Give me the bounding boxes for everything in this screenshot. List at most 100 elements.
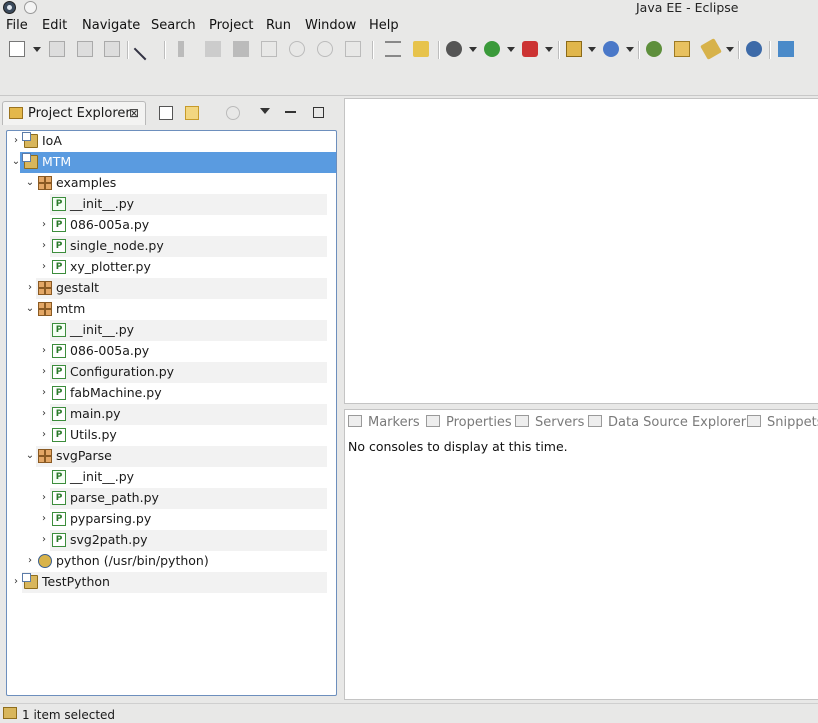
save-all-icon[interactable]	[77, 41, 93, 57]
collapsed-arrow-icon[interactable]: ›	[39, 220, 49, 230]
new-icon[interactable]	[9, 41, 25, 57]
menu-run[interactable]: Run	[266, 18, 291, 33]
new-project-icon[interactable]	[566, 41, 582, 57]
skip-breakpoints-icon[interactable]	[133, 37, 157, 61]
external-tools-icon[interactable]	[522, 41, 538, 57]
collapsed-arrow-icon[interactable]: ›	[39, 262, 49, 272]
tree-item-label: Utils.py	[70, 427, 117, 442]
collapsed-arrow-icon[interactable]: ›	[39, 430, 49, 440]
menu-window[interactable]: Window	[305, 18, 356, 33]
external-tools-dropdown-icon[interactable]	[545, 47, 553, 52]
resume-icon[interactable]	[178, 41, 194, 57]
tree-row[interactable]: › P 086-005a.py	[7, 215, 327, 236]
step-over-icon[interactable]	[317, 41, 333, 57]
suspend-icon[interactable]	[205, 41, 221, 57]
link-with-editor-icon[interactable]	[185, 106, 199, 120]
tree-row[interactable]: › P Configuration.py	[7, 362, 327, 383]
maximize-icon[interactable]	[313, 107, 324, 118]
search-tool-icon[interactable]	[700, 38, 722, 60]
debug-dropdown-icon[interactable]	[469, 47, 477, 52]
disconnect-icon[interactable]	[261, 41, 277, 57]
collapsed-arrow-icon[interactable]: ›	[39, 409, 49, 419]
terminate-icon[interactable]	[233, 41, 249, 57]
view-menu-icon[interactable]	[260, 108, 270, 114]
expanded-arrow-icon[interactable]: ⌄	[25, 178, 35, 188]
window-button-icon[interactable]	[24, 1, 37, 14]
filter-icon[interactable]	[226, 106, 240, 120]
collapsed-arrow-icon[interactable]: ›	[39, 535, 49, 545]
new-project-dropdown-icon[interactable]	[588, 47, 596, 52]
perspective-icon[interactable]	[778, 41, 794, 57]
tree-row[interactable]: › PfabMachine.py	[7, 383, 327, 404]
new-server-icon[interactable]	[603, 41, 619, 57]
collapsed-arrow-icon[interactable]: ›	[39, 346, 49, 356]
menu-navigate[interactable]: Navigate	[82, 18, 140, 33]
close-icon[interactable]: ⊠	[129, 106, 139, 120]
step-return-icon[interactable]	[345, 41, 361, 57]
tree-row[interactable]: › P 086-005a.py	[7, 341, 327, 362]
tab-properties[interactable]: Properties	[426, 415, 512, 430]
tree-row[interactable]: › Psvg2path.py	[7, 530, 327, 551]
menu-file[interactable]: File	[6, 18, 28, 33]
expanded-arrow-icon[interactable]: ⌄	[25, 451, 35, 461]
tree-row[interactable]: ⌄ MTM	[7, 152, 336, 173]
debug-icon[interactable]	[446, 41, 462, 57]
collapsed-arrow-icon[interactable]: ›	[39, 388, 49, 398]
tree-row[interactable]: › IoA	[7, 131, 327, 152]
tree-row[interactable]: › Pxy_plotter.py	[7, 257, 327, 278]
package-icon	[38, 281, 52, 295]
menu-help[interactable]: Help	[369, 18, 399, 33]
wizard-icon[interactable]	[413, 41, 429, 57]
tree-row[interactable]: › P Utils.py	[7, 425, 327, 446]
collapsed-arrow-icon[interactable]: ›	[25, 556, 35, 566]
open-folder-icon[interactable]	[674, 41, 690, 57]
collapsed-arrow-icon[interactable]: ›	[39, 514, 49, 524]
editor-area[interactable]	[344, 98, 818, 404]
tab-snippets[interactable]: Snippets	[747, 415, 818, 430]
step-into-icon[interactable]	[289, 41, 305, 57]
collapsed-arrow-icon[interactable]: ›	[39, 493, 49, 503]
use-step-filters-icon[interactable]	[385, 41, 401, 57]
menu-search[interactable]: Search	[151, 18, 196, 33]
collapsed-arrow-icon[interactable]: ›	[11, 136, 21, 146]
expanded-arrow-icon[interactable]: ⌄	[25, 304, 35, 314]
tab-markers[interactable]: Markers	[348, 415, 420, 430]
tree-row[interactable]: P __init__.py	[7, 194, 327, 215]
tree-row[interactable]: ⌄ svgParse	[7, 446, 327, 467]
project-tree[interactable]: › IoA ⌄ MTM ⌄ examples P __init__.py › P 086-005a.…	[6, 130, 337, 696]
collapsed-arrow-icon[interactable]: ›	[25, 283, 35, 293]
tree-row[interactable]: › Psingle_node.py	[7, 236, 327, 257]
new-dropdown-icon[interactable]	[33, 47, 41, 52]
tree-row[interactable]: › TestPython	[7, 572, 327, 593]
menu-project[interactable]: Project	[209, 18, 253, 33]
collapsed-arrow-icon[interactable]: ›	[39, 367, 49, 377]
run-icon[interactable]	[484, 41, 500, 57]
browser-icon[interactable]	[746, 41, 762, 57]
tab-data-source-explorer[interactable]: Data Source Explorer	[588, 415, 746, 430]
tab-servers[interactable]: Servers	[515, 415, 584, 430]
collapse-all-icon[interactable]	[159, 106, 173, 120]
open-type-icon[interactable]	[646, 41, 662, 57]
tree-row[interactable]: › Pparse_path.py	[7, 488, 327, 509]
search-dropdown-icon[interactable]	[726, 47, 734, 52]
tree-row[interactable]: › Ppyparsing.py	[7, 509, 327, 530]
tree-row[interactable]: P __init__.py	[7, 467, 327, 488]
minimize-icon[interactable]	[285, 111, 296, 113]
tree-row[interactable]: ⌄ mtm	[7, 299, 327, 320]
eclipse-window-icon[interactable]	[3, 1, 16, 14]
save-icon[interactable]	[49, 41, 65, 57]
run-dropdown-icon[interactable]	[507, 47, 515, 52]
print-icon[interactable]	[104, 41, 120, 57]
tree-row[interactable]: ⌄ examples	[7, 173, 327, 194]
tree-row[interactable]: P __init__.py	[7, 320, 327, 341]
expanded-arrow-icon[interactable]: ⌄	[11, 157, 21, 167]
project-icon	[22, 153, 38, 169]
new-server-dropdown-icon[interactable]	[626, 47, 634, 52]
tree-row[interactable]: › python (/usr/bin/python)	[7, 551, 327, 572]
tree-row[interactable]: › gestalt	[7, 278, 327, 299]
menu-edit[interactable]: Edit	[42, 18, 67, 33]
tab-project-explorer[interactable]: Project Explorer ⊠	[2, 101, 146, 125]
collapsed-arrow-icon[interactable]: ›	[11, 577, 21, 587]
tree-row[interactable]: › Pmain.py	[7, 404, 327, 425]
collapsed-arrow-icon[interactable]: ›	[39, 241, 49, 251]
